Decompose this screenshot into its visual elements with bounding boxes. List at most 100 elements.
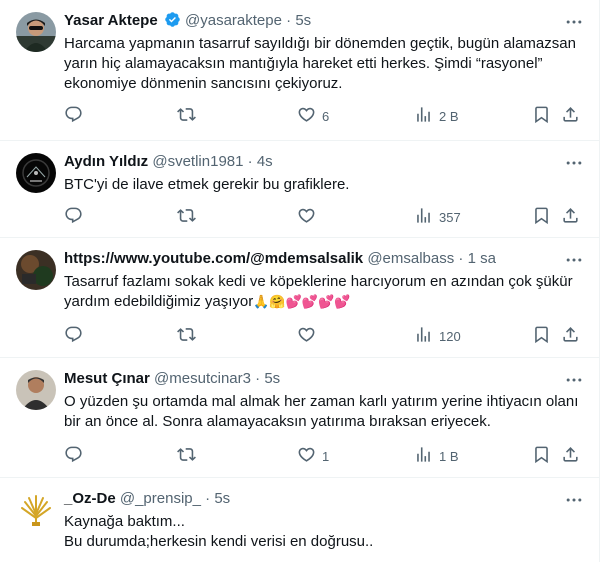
bookmark-icon (532, 105, 551, 127)
views-button[interactable]: 1 B (414, 446, 459, 466)
view-count: 357 (439, 209, 461, 225)
like-button[interactable] (297, 326, 322, 346)
bookmark-icon (532, 445, 551, 467)
bookmark-button[interactable] (532, 326, 551, 346)
tweet-text: Tasarruf fazlamı sokak kedi ve köpekleri… (64, 272, 582, 313)
tweet-reply[interactable]: _Oz-De @_prensip_ · 5s Kaynağa baktım...… (0, 478, 600, 562)
views-icon (414, 445, 433, 467)
timestamp[interactable]: 5s (264, 370, 280, 387)
share-icon (561, 325, 580, 347)
display-name[interactable]: Mesut Çınar (64, 370, 150, 387)
retweet-icon (177, 105, 196, 127)
avatar[interactable] (16, 250, 56, 290)
like-icon (297, 325, 316, 347)
bookmark-icon (532, 325, 551, 347)
tweet-reply[interactable]: Aydın Yıldız @svetlin1981 · 4s BTC'yi de… (0, 141, 600, 238)
more-icon[interactable] (564, 490, 584, 510)
retweet-button[interactable] (177, 446, 202, 466)
view-count: 120 (439, 328, 461, 344)
retweet-icon (177, 325, 196, 347)
reply-button[interactable] (64, 207, 89, 227)
share-button[interactable] (561, 326, 580, 346)
share-icon (561, 105, 580, 127)
view-count: 2 B (439, 108, 459, 124)
timestamp[interactable]: 1 sa (468, 250, 496, 267)
more-icon[interactable] (564, 153, 584, 173)
bookmark-button[interactable] (532, 106, 551, 126)
display-name[interactable]: Aydın Yıldız (64, 153, 148, 170)
retweet-button[interactable] (177, 326, 202, 346)
more-icon[interactable] (564, 12, 584, 32)
separator-dot: · (247, 153, 253, 170)
tweet-text: BTC'yi de ilave etmek gerekir bu grafikl… (64, 176, 350, 193)
timestamp[interactable]: 5s (214, 490, 230, 507)
like-button[interactable] (297, 207, 322, 227)
tweet-header: Aydın Yıldız @svetlin1981 · 4s (64, 152, 560, 172)
reply-button[interactable] (64, 446, 89, 466)
views-button[interactable]: 120 (414, 326, 461, 346)
tweet-header: _Oz-De @_prensip_ · 5s (64, 489, 560, 509)
retweet-button[interactable] (177, 106, 202, 126)
views-button[interactable]: 357 (414, 207, 461, 227)
like-button[interactable]: 6 (297, 106, 329, 126)
separator-dot: · (458, 250, 464, 267)
tweet-reply[interactable]: https://www.youtube.com/@mdemsalsalik @e… (0, 238, 600, 358)
action-bar: 357 (64, 207, 584, 227)
tweet-header: Yasar Aktepe @yasaraktepe · 5s (64, 11, 560, 31)
verified-badge-icon (164, 11, 181, 28)
tweet-reply[interactable]: Mesut Çınar @mesutcinar3 · 5s O yüzden ş… (0, 358, 600, 478)
bookmark-icon (532, 206, 551, 228)
share-icon (561, 206, 580, 228)
views-icon (414, 325, 433, 347)
handle[interactable]: @emsalbass (367, 250, 454, 267)
views-icon (414, 105, 433, 127)
more-icon[interactable] (564, 370, 584, 390)
share-icon (561, 445, 580, 467)
bookmark-button[interactable] (532, 207, 551, 227)
more-icon[interactable] (564, 250, 584, 270)
tweet-header: Mesut Çınar @mesutcinar3 · 5s (64, 369, 560, 389)
reply-icon (64, 445, 83, 467)
timestamp[interactable]: 4s (257, 153, 273, 170)
separator-dot: · (205, 490, 211, 507)
views-icon (414, 206, 433, 228)
like-count: 6 (322, 108, 330, 124)
avatar[interactable] (16, 370, 56, 410)
display-name[interactable]: _Oz-De (64, 490, 116, 507)
timestamp[interactable]: 5s (295, 12, 311, 29)
display-name[interactable]: https://www.youtube.com/@mdemsalsalik (64, 250, 363, 267)
action-bar: 1 1 B (64, 446, 584, 466)
tweet-reply[interactable]: Yasar Aktepe @yasaraktepe · 5s Harcama y… (0, 0, 600, 141)
tweet-text: Kaynağa baktım... Bu durumda;herkesin ke… (64, 513, 374, 550)
avatar[interactable] (16, 153, 56, 193)
view-count: 1 B (439, 448, 459, 464)
handle[interactable]: @yasaraktepe (185, 12, 282, 29)
like-icon (297, 206, 316, 228)
handle[interactable]: @mesutcinar3 (154, 370, 251, 387)
share-button[interactable] (561, 446, 580, 466)
retweet-button[interactable] (177, 207, 202, 227)
tweet-text: Harcama yapmanın tasarruf sayıldığı bir … (64, 35, 581, 92)
action-bar: 6 2 B (64, 106, 584, 126)
emoji-sequence: 🙏🤗💕💕💕💕 (253, 295, 351, 310)
reply-icon (64, 206, 83, 228)
reply-feed: Yasar Aktepe @yasaraktepe · 5s Harcama y… (0, 0, 600, 562)
like-button[interactable]: 1 (297, 446, 329, 466)
bookmark-button[interactable] (532, 446, 551, 466)
avatar[interactable] (16, 12, 56, 52)
separator-dot: · (255, 370, 261, 387)
reply-icon (64, 325, 83, 347)
handle[interactable]: @svetlin1981 (152, 153, 243, 170)
handle[interactable]: @_prensip_ (120, 490, 201, 507)
reply-button[interactable] (64, 106, 89, 126)
avatar[interactable] (16, 490, 56, 530)
tweet-text: O yüzden şu ortamda mal almak her zaman … (64, 393, 583, 430)
retweet-icon (177, 206, 196, 228)
action-bar: 120 (64, 326, 584, 346)
reply-button[interactable] (64, 326, 89, 346)
like-icon (297, 445, 316, 467)
views-button[interactable]: 2 B (414, 106, 459, 126)
share-button[interactable] (561, 207, 580, 227)
share-button[interactable] (561, 106, 580, 126)
display-name[interactable]: Yasar Aktepe (64, 12, 158, 29)
